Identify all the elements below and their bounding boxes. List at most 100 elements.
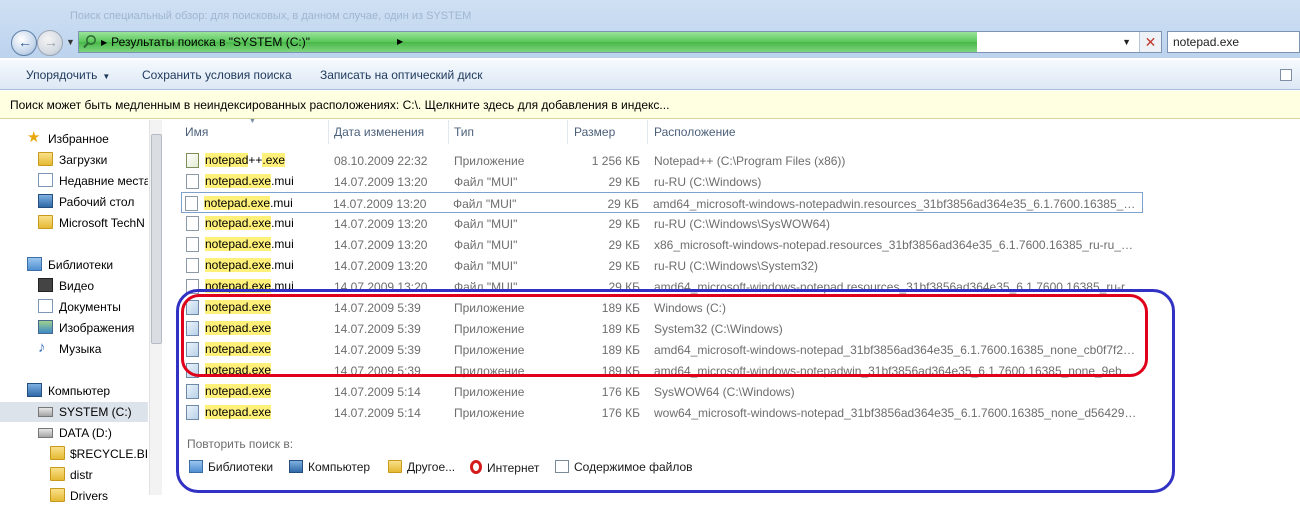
file-name: notepad.exe.mui (204, 196, 293, 210)
file-type: Файл "MUI" (454, 259, 518, 273)
nav-system-drive[interactable]: SYSTEM (C:) (0, 402, 148, 422)
name-extension: .mui (271, 258, 294, 272)
column-divider[interactable] (448, 120, 449, 144)
table-row[interactable]: notepad.exe.mui 14.07.2009 13:20 Файл "MUI… (183, 234, 1300, 255)
name-extension: .exe (262, 153, 286, 167)
nav-scrollbar[interactable] (149, 120, 162, 495)
video-library-icon (38, 278, 53, 292)
nav-technet-label: Microsoft TechN (59, 216, 145, 230)
system-drive-icon (38, 407, 53, 417)
window-title-ghost: Поиск специальный обзор: для поисковых, … (70, 10, 472, 22)
file-name: notepad.exe.mui (205, 216, 294, 230)
column-divider[interactable] (328, 120, 329, 144)
file-icon (186, 237, 199, 252)
sort-indicator-icon: ▼ (249, 118, 256, 125)
name-extension: .mui (270, 196, 293, 210)
nav-documents[interactable]: Документы (0, 297, 148, 317)
nav-drivers-label: Drivers (70, 489, 108, 503)
save-search-button[interactable]: Сохранить условия поиска (142, 68, 292, 82)
column-header-size[interactable]: Размер (574, 125, 615, 139)
name-extension: .mui (271, 237, 294, 251)
address-dropdown-icon[interactable]: ▼ (1122, 37, 1131, 47)
preview-pane-icon[interactable] (1280, 69, 1292, 81)
nav-music[interactable]: ♪ Музыка (0, 339, 148, 359)
nav-scrollbar-thumb[interactable] (151, 134, 162, 344)
breadcrumb[interactable]: ▶ Результаты поиска в "SYSTEM (C:)" (101, 35, 310, 49)
stop-search-button[interactable]: ✕ (1139, 32, 1161, 52)
file-size: 29 КБ (608, 259, 640, 273)
file-name: notepad.exe.mui (205, 258, 294, 272)
nav-recycle-bin[interactable]: $RECYCLE.BIN (0, 444, 148, 464)
nav-favorites-label: Избранное (48, 132, 109, 146)
nav-video-label: Видео (59, 279, 95, 293)
table-row[interactable]: notepad.exe.mui 14.07.2009 13:20 Файл "MUI… (181, 192, 1143, 213)
column-header-type[interactable]: Тип (454, 125, 474, 139)
name-match-highlight: notepad.exe (205, 237, 272, 251)
file-location: amd64_microsoft-windows-notepadwin.resou… (653, 197, 1138, 211)
name-match-highlight: notepad.exe (205, 174, 272, 188)
column-header-name[interactable]: Имя (185, 125, 208, 139)
index-info-bar[interactable]: Поиск может быть медленным в неиндексиро… (0, 91, 1300, 119)
file-size: 1 256 КБ (591, 154, 640, 168)
nav-computer[interactable]: Компьютер (0, 381, 148, 401)
file-size: 29 КБ (608, 238, 640, 252)
name-match-highlight: notepad.exe (205, 258, 272, 272)
file-type: Файл "MUI" (454, 238, 518, 252)
file-name: notepad++.exe (205, 153, 286, 167)
folder-icon (50, 488, 65, 502)
name-part: ++ (248, 153, 263, 167)
burn-disc-button[interactable]: Записать на оптический диск (320, 68, 483, 82)
file-location: ru-RU (C:\Windows\System32) (654, 259, 819, 273)
nav-music-label: Музыка (59, 342, 102, 356)
column-header-date[interactable]: Дата изменения (334, 125, 424, 139)
file-date: 14.07.2009 13:20 (334, 238, 428, 252)
file-date: 14.07.2009 13:20 (333, 197, 427, 211)
images-library-icon (38, 320, 53, 334)
nav-libraries[interactable]: Библиотеки (0, 255, 148, 275)
computer-icon (27, 383, 42, 397)
star-icon: ★ (27, 129, 41, 146)
chevron-right-icon[interactable]: ▶ (397, 37, 403, 46)
nav-video[interactable]: Видео (0, 276, 148, 296)
file-date: 14.07.2009 13:20 (334, 217, 428, 231)
column-divider[interactable] (567, 120, 568, 144)
arrow-right-icon: → (44, 34, 58, 50)
name-extension: .mui (271, 174, 294, 188)
breadcrumb-search-results[interactable]: Результаты поиска в "SYSTEM (C:)" (111, 35, 310, 49)
organize-button[interactable]: Упорядочить ▼ (26, 68, 110, 82)
nav-technet[interactable]: Microsoft TechN (0, 213, 148, 233)
file-icon (186, 174, 199, 189)
table-row[interactable]: notepad++.exe 08.10.2009 22:32 Приложение 1… (183, 150, 1300, 171)
search-icon (82, 34, 98, 50)
nav-distr-label: distr (70, 468, 93, 482)
nav-distr[interactable]: distr (0, 465, 148, 485)
recent-pages-dropdown[interactable]: ▼ (66, 37, 75, 47)
address-bar[interactable]: ▶ Результаты поиска в "SYSTEM (C:)" ▶ ▼ ✕ (78, 31, 1162, 53)
table-row[interactable]: notepad.exe.mui 14.07.2009 13:20 Файл "MUI… (183, 213, 1300, 234)
name-match-highlight: notepad.exe (204, 196, 271, 210)
nav-recent-places[interactable]: Недавние места (0, 171, 148, 191)
nav-desktop-label: Рабочий стол (59, 195, 135, 209)
file-type: Файл "MUI" (454, 217, 518, 231)
data-drive-icon (38, 428, 53, 438)
file-size: 29 КБ (608, 217, 640, 231)
nav-favorites[interactable]: ★ Избранное (0, 129, 148, 149)
nav-downloads[interactable]: Загрузки (0, 150, 148, 170)
nav-computer-label: Компьютер (48, 384, 111, 398)
column-header-location[interactable]: Расположение (654, 125, 736, 139)
table-row[interactable]: notepad.exe.mui 14.07.2009 13:20 Файл "MUI… (183, 171, 1300, 192)
command-bar: Упорядочить ▼ Сохранить условия поиска За… (0, 60, 1300, 90)
back-button[interactable]: ← (11, 30, 37, 56)
column-divider[interactable] (647, 120, 648, 144)
search-input[interactable]: notepad.exe (1167, 31, 1300, 53)
forward-button[interactable]: → (37, 30, 63, 56)
nav-desktop[interactable]: Рабочий стол (0, 192, 148, 212)
file-type: Приложение (454, 154, 525, 168)
nav-drivers[interactable]: Drivers (0, 486, 148, 506)
nav-documents-label: Документы (59, 300, 121, 314)
file-type: Файл "MUI" (454, 175, 518, 189)
table-row[interactable]: notepad.exe.mui 14.07.2009 13:20 Файл "MUI… (183, 255, 1300, 276)
nav-images[interactable]: Изображения (0, 318, 148, 338)
nav-libraries-label: Библиотеки (48, 258, 114, 272)
nav-data-drive[interactable]: DATA (D:) (0, 423, 148, 443)
